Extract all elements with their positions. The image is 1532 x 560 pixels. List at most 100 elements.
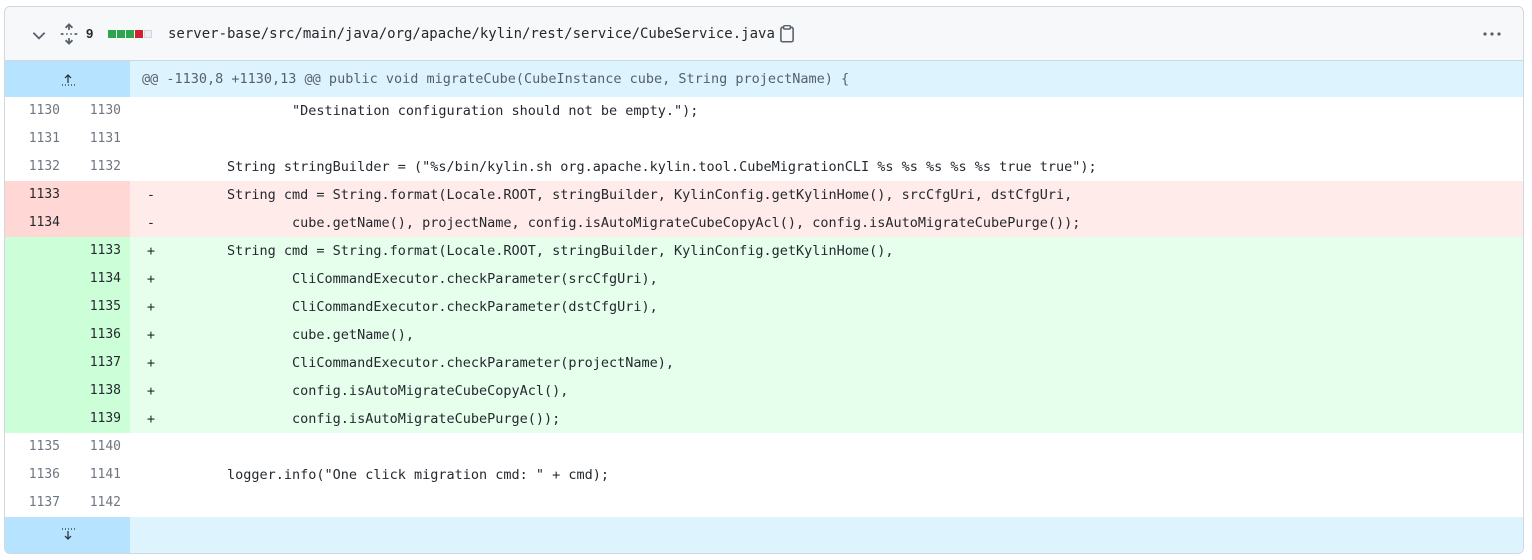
diff-sign: + — [146, 383, 156, 399]
old-line-number[interactable] — [5, 349, 60, 377]
gutter-spacer — [130, 405, 140, 433]
new-line-number[interactable]: 1130 — [60, 97, 121, 125]
gutter-spacer — [130, 489, 140, 517]
kebab-horizontal-icon[interactable] — [1481, 25, 1503, 43]
deleted-line: 1133 - String cmd = String.format(Locale.… — [5, 181, 1523, 209]
new-line-number[interactable]: 1141 — [60, 461, 121, 489]
diff-sign: + — [146, 271, 156, 287]
old-line-number[interactable] — [5, 321, 60, 349]
added-line: 1135 + CliCommandExecutor.checkParameter(… — [5, 293, 1523, 321]
gutter-spacer — [130, 209, 140, 237]
gutter-spacer — [130, 181, 140, 209]
file-path-link[interactable]: server-base/src/main/java/org/apache/kyl… — [168, 24, 775, 44]
added-line: 1136 + cube.getName(), — [5, 321, 1523, 349]
old-line-number[interactable] — [5, 237, 60, 265]
old-line-number[interactable] — [5, 265, 60, 293]
new-line-number[interactable]: 1137 — [60, 349, 121, 377]
diff-body: @@ -1130,8 +1130,13 @@ public void migra… — [5, 61, 1523, 553]
added-line: 1137 + CliCommandExecutor.checkParameter(… — [5, 349, 1523, 377]
change-count: 9 — [86, 26, 94, 41]
diffstat-square-added — [117, 30, 125, 38]
line-gutter: 1131 1131 — [5, 125, 130, 153]
new-line-number[interactable]: 1140 — [60, 433, 121, 461]
diff-sign: + — [146, 327, 156, 343]
new-line-number[interactable]: 1136 — [60, 321, 121, 349]
context-line: 1136 1141 logger.info("One click migratio… — [5, 461, 1523, 489]
diff-file: 9 server-base/src/main/java/org/apache/k… — [4, 6, 1524, 554]
code-text: CliCommandExecutor.checkParameter(projec… — [162, 355, 675, 371]
context-line: 1137 1142 — [5, 489, 1523, 517]
new-line-number[interactable]: 1131 — [60, 125, 121, 153]
line-gutter: 1135 — [5, 293, 130, 321]
old-line-number[interactable]: 1137 — [5, 489, 60, 517]
new-line-number[interactable]: 1142 — [60, 489, 121, 517]
code-text: String cmd = String.format(Locale.ROOT, … — [162, 187, 1073, 203]
hunk-header-text: @@ -1130,8 +1130,13 @@ public void migra… — [142, 71, 850, 87]
diff-sign: + — [146, 355, 156, 371]
diffstat-square-added — [126, 30, 134, 38]
new-line-number[interactable] — [60, 209, 121, 237]
added-line: 1139 + config.isAutoMigrateCubePurge()); — [5, 405, 1523, 433]
code-text: CliCommandExecutor.checkParameter(dstCfg… — [162, 299, 658, 315]
new-line-number[interactable]: 1133 — [60, 237, 121, 265]
code-text: String cmd = String.format(Locale.ROOT, … — [162, 243, 894, 259]
gutter-spacer — [130, 349, 140, 377]
old-line-number[interactable]: 1130 — [5, 97, 60, 125]
code-text: config.isAutoMigrateCubePurge()); — [162, 411, 561, 427]
gutter-spacer — [130, 377, 140, 405]
old-line-number[interactable]: 1135 — [5, 433, 60, 461]
added-line: 1138 + config.isAutoMigrateCubeCopyAcl(), — [5, 377, 1523, 405]
line-gutter: 1136 — [5, 321, 130, 349]
diff-sign — [140, 153, 162, 181]
gutter-spacer — [130, 125, 140, 153]
old-line-number[interactable]: 1134 — [5, 209, 60, 237]
expand-down-button[interactable] — [5, 517, 130, 553]
new-line-number[interactable] — [60, 181, 121, 209]
old-line-number[interactable] — [5, 377, 60, 405]
new-line-number[interactable]: 1139 — [60, 405, 121, 433]
deleted-line: 1134 - cube.getName(), projectName, confi… — [5, 209, 1523, 237]
diff-sign — [140, 489, 162, 517]
code-text: String stringBuilder = ("%s/bin/kylin.sh… — [162, 159, 1097, 175]
line-gutter: 1133 — [5, 237, 130, 265]
line-gutter: 1138 — [5, 377, 130, 405]
old-line-number[interactable]: 1133 — [5, 181, 60, 209]
expand-down-icon — [61, 528, 75, 540]
new-line-number[interactable]: 1132 — [60, 153, 121, 181]
new-line-number[interactable]: 1135 — [60, 293, 121, 321]
new-line-number[interactable]: 1134 — [60, 265, 121, 293]
context-line: 1131 1131 — [5, 125, 1523, 153]
hunk-footer-fill — [130, 517, 1523, 553]
old-line-number[interactable]: 1132 — [5, 153, 60, 181]
line-gutter: 1135 1140 — [5, 433, 130, 461]
hunk-footer — [5, 517, 1523, 553]
gutter-spacer — [130, 461, 140, 489]
line-gutter: 1132 1132 — [5, 153, 130, 181]
old-line-number[interactable]: 1136 — [5, 461, 60, 489]
line-gutter: 1139 — [5, 405, 130, 433]
chevron-down-icon[interactable] — [30, 26, 48, 44]
expand-up-button[interactable] — [5, 61, 130, 97]
old-line-number[interactable]: 1131 — [5, 125, 60, 153]
diff-sign — [140, 125, 162, 153]
old-line-number[interactable] — [5, 405, 60, 433]
new-line-number[interactable]: 1138 — [60, 377, 121, 405]
line-gutter: 1137 — [5, 349, 130, 377]
diff-sign: + — [146, 243, 156, 259]
line-gutter: 1133 — [5, 181, 130, 209]
gutter-spacer — [130, 433, 140, 461]
gutter-spacer — [130, 265, 140, 293]
line-gutter: 1137 1142 — [5, 489, 130, 517]
unfold-icon[interactable] — [58, 23, 80, 45]
line-gutter: 1130 1130 — [5, 97, 130, 125]
copy-icon[interactable] — [778, 24, 796, 44]
diff-sign — [140, 433, 162, 461]
old-line-number[interactable] — [5, 293, 60, 321]
added-line: 1133 + String cmd = String.format(Locale.… — [5, 237, 1523, 265]
file-header: 9 server-base/src/main/java/org/apache/k… — [5, 7, 1523, 61]
diffstat-square-neutral — [144, 30, 152, 38]
diffstat-square-deleted — [135, 30, 143, 38]
